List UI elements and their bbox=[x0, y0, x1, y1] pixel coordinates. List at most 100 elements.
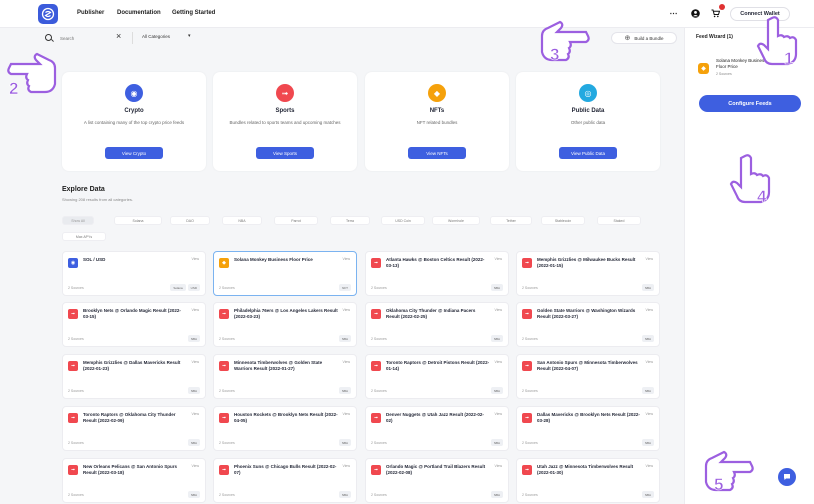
feed-card[interactable]: ➟ Denver Nuggets @ Utah Jazz Result (2022… bbox=[365, 406, 509, 451]
filter-usd-coin[interactable]: USD Coin bbox=[381, 216, 425, 225]
filter-stablecoin[interactable]: Stablecoin bbox=[541, 216, 585, 225]
divider bbox=[132, 32, 133, 44]
more-icon[interactable]: ⋯ bbox=[668, 8, 679, 19]
build-bundle-button[interactable]: ⊕ Build a Bundle bbox=[611, 32, 677, 44]
filter-max-apys[interactable]: Max APYs bbox=[62, 232, 106, 241]
view-category-button[interactable]: View Public Data bbox=[559, 147, 617, 159]
view-link[interactable]: View bbox=[645, 257, 653, 261]
category-description: Other public data bbox=[570, 120, 606, 125]
view-link[interactable]: View bbox=[494, 464, 502, 468]
wizard-feed-sources: 2 Sources bbox=[716, 72, 732, 76]
view-link[interactable]: View bbox=[494, 360, 502, 364]
view-link[interactable]: View bbox=[494, 257, 502, 261]
feed-card[interactable]: ➟ New Orleans Pelicans @ San Antonio Spur… bbox=[62, 458, 206, 503]
feed-name: Solana Monkey Business Floor Price bbox=[234, 257, 313, 262]
feed-tag: NBA bbox=[490, 439, 503, 446]
feed-card[interactable]: ➟ Orlando Magic @ Portland Trail Blazers … bbox=[365, 458, 509, 503]
feed-tags: NBA bbox=[641, 335, 654, 342]
feed-tag: NBA bbox=[490, 491, 503, 498]
feed-card[interactable]: ➟ Utah Jazz @ Minnesota Timberwolves Resu… bbox=[516, 458, 660, 503]
view-link[interactable]: View bbox=[494, 308, 502, 312]
feed-name: San Antonio Spurs @ Minnesota Timberwolv… bbox=[537, 360, 638, 371]
sports-icon: ➟ bbox=[522, 258, 532, 268]
feed-card[interactable]: ➟ Oklahoma City Thunder @ Indiana Pacers … bbox=[365, 302, 509, 347]
feed-tags: NBA bbox=[641, 439, 654, 446]
view-link[interactable]: View bbox=[342, 360, 350, 364]
feed-name: Memphis Grizzlies @ Milwaukee Bucks Resu… bbox=[537, 257, 636, 268]
feed-name: Philadelphia 76ers @ Los Angeles Lakers … bbox=[234, 308, 338, 319]
view-link[interactable]: View bbox=[342, 412, 350, 416]
filter-nba[interactable]: NBA bbox=[222, 216, 262, 225]
view-category-button[interactable]: View NFTs bbox=[408, 147, 466, 159]
plus-icon: ⊕ bbox=[624, 35, 631, 42]
feed-card[interactable]: ◉ SOL / USD View 2 Sources Solana USD bbox=[62, 251, 206, 296]
feed-card[interactable]: ➟ Dallas Mavericks @ Brooklyn Nets Result… bbox=[516, 406, 660, 451]
feed-card[interactable]: ➟ San Antonio Spurs @ Minnesota Timberwol… bbox=[516, 354, 660, 399]
category-description: A list containing many of the top crypto… bbox=[83, 120, 185, 125]
feed-card[interactable]: ➟ Memphis Grizzlies @ Milwaukee Bucks Res… bbox=[516, 251, 660, 296]
view-link[interactable]: View bbox=[191, 257, 199, 261]
feed-sources: 2 Sources bbox=[522, 493, 538, 497]
clear-search-icon[interactable]: × bbox=[116, 31, 121, 41]
view-link[interactable]: View bbox=[342, 257, 350, 261]
feed-card[interactable]: ➟ Houston Rockets @ Brooklyn Nets Result … bbox=[213, 406, 357, 451]
globe-icon: ◎ bbox=[579, 84, 597, 102]
feed-card[interactable]: ➟ Memphis Grizzlies @ Dallas Mavericks Re… bbox=[62, 354, 206, 399]
feed-tags: NBA bbox=[490, 387, 503, 394]
feed-card[interactable]: ➟ Golden State Warriors @ Washington Wiza… bbox=[516, 302, 660, 347]
feed-tag: NBA bbox=[490, 284, 503, 291]
filter-wormhole[interactable]: Wormhole bbox=[432, 216, 480, 225]
view-link[interactable]: View bbox=[191, 412, 199, 416]
feed-card[interactable]: ➟ Phoenix Suns @ Chicago Bulls Result (20… bbox=[213, 458, 357, 503]
feed-card[interactable]: ➟ Brooklyn Nets @ Orlando Magic Result (2… bbox=[62, 302, 206, 347]
feed-card[interactable]: ➟ Atlanta Hawks @ Boston Celtics Result (… bbox=[365, 251, 509, 296]
chat-button[interactable] bbox=[778, 468, 796, 486]
feed-tags: NBA bbox=[187, 335, 200, 342]
nav-publisher[interactable]: Publisher bbox=[77, 10, 104, 16]
filter-staked[interactable]: Staked bbox=[597, 216, 641, 225]
view-link[interactable]: View bbox=[342, 308, 350, 312]
view-link[interactable]: View bbox=[191, 360, 199, 364]
hint-number: 1 bbox=[784, 49, 793, 68]
view-category-button[interactable]: View Crypto bbox=[105, 147, 163, 159]
feed-sources: 2 Sources bbox=[371, 493, 387, 497]
build-bundle-label: Build a Bundle bbox=[634, 35, 664, 41]
cart-icon[interactable] bbox=[710, 8, 721, 19]
filter-show-all[interactable]: Show All bbox=[62, 216, 94, 225]
view-link[interactable]: View bbox=[645, 412, 653, 416]
feed-tags: NBA bbox=[187, 387, 200, 394]
pointing-hand-icon: 1 bbox=[756, 16, 798, 68]
app-logo[interactable] bbox=[38, 4, 58, 24]
nav-documentation[interactable]: Documentation bbox=[117, 10, 161, 16]
hint-number: 2 bbox=[9, 79, 18, 98]
filter-parrot[interactable]: Parrot bbox=[274, 216, 318, 225]
feed-card[interactable]: ➟ Minnesota Timberwolves @ Golden State W… bbox=[213, 354, 357, 399]
configure-feeds-button[interactable]: Configure Feeds bbox=[699, 95, 801, 112]
view-link[interactable]: View bbox=[645, 360, 653, 364]
filter-dao[interactable]: DAO bbox=[170, 216, 210, 225]
filter-terra[interactable]: Terra bbox=[330, 216, 370, 225]
feed-card[interactable]: ➟ Toronto Raptors @ Detroit Pistons Resul… bbox=[365, 354, 509, 399]
filter-solana[interactable]: Solana bbox=[114, 216, 162, 225]
category-title: Public Data bbox=[571, 108, 605, 114]
feed-card[interactable]: ➟ Toronto Raptors @ Oklahoma City Thunder… bbox=[62, 406, 206, 451]
category-select[interactable]: All Categories bbox=[142, 34, 170, 39]
view-link[interactable]: View bbox=[342, 464, 350, 468]
feed-tag: NBA bbox=[187, 387, 200, 394]
view-link[interactable]: View bbox=[191, 464, 199, 468]
feed-name: Oklahoma City Thunder @ Indiana Pacers R… bbox=[386, 308, 476, 319]
chevron-down-icon[interactable]: ▾ bbox=[188, 33, 191, 39]
view-link[interactable]: View bbox=[645, 308, 653, 312]
feed-tag: USD bbox=[187, 284, 200, 291]
category-title: NFTs bbox=[429, 108, 445, 114]
filter-tether[interactable]: Tether bbox=[490, 216, 532, 225]
view-link[interactable]: View bbox=[645, 464, 653, 468]
search-input[interactable] bbox=[60, 34, 115, 42]
feed-card[interactable]: ◆ Solana Monkey Business Floor Price View 2… bbox=[213, 251, 357, 296]
feed-card[interactable]: ➟ Philadelphia 76ers @ Los Angeles Lakers… bbox=[213, 302, 357, 347]
view-link[interactable]: View bbox=[191, 308, 199, 312]
account-icon[interactable] bbox=[690, 8, 701, 19]
view-category-button[interactable]: View Sports bbox=[256, 147, 314, 159]
nav-getting-started[interactable]: Getting Started bbox=[172, 10, 215, 16]
view-link[interactable]: View bbox=[494, 412, 502, 416]
